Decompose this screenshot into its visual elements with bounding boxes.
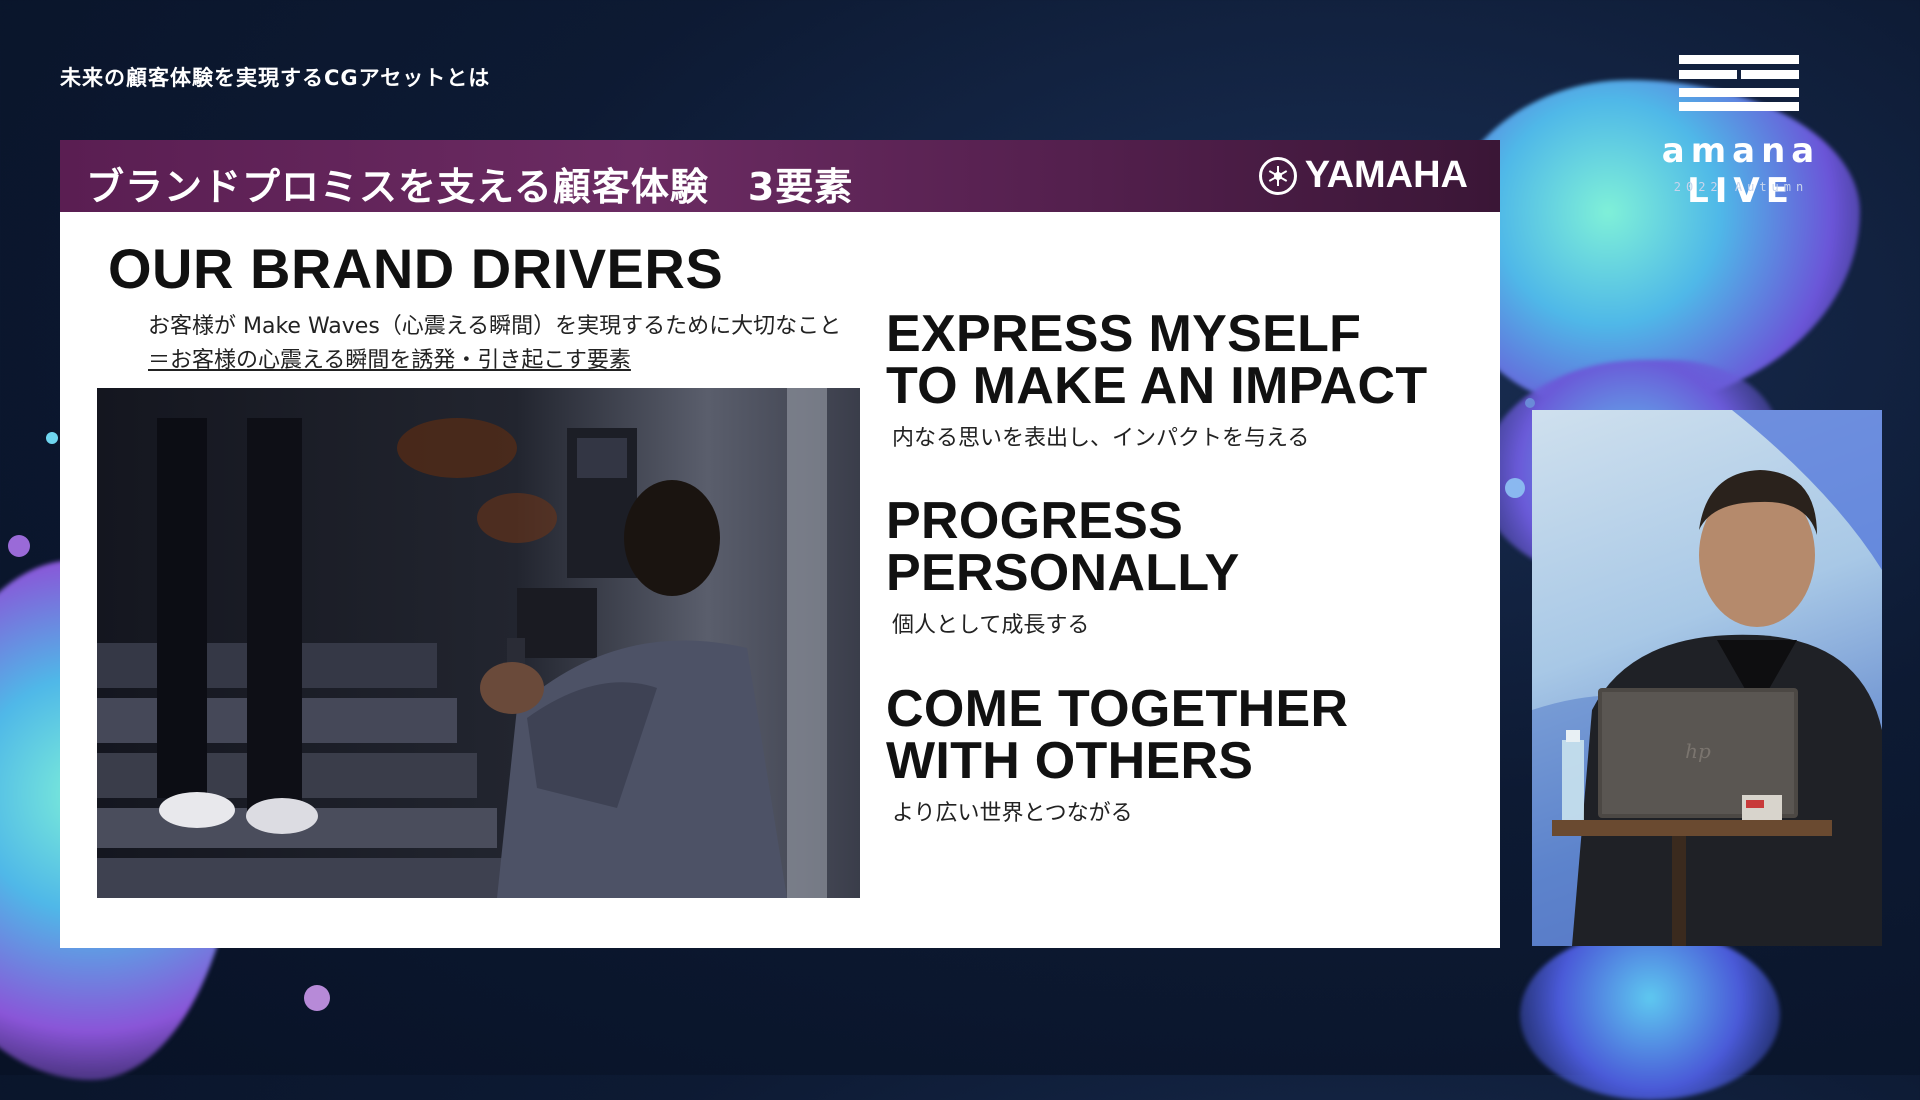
slide-subtitle-underlined: ＝お客様の心震える瞬間を誘発・引き起こす要素 xyxy=(148,348,631,373)
brand-driver-item: PROGRESS PERSONALLY 個人として成長する xyxy=(886,495,1240,639)
driver-title-line: PERSONALLY xyxy=(886,544,1240,602)
brand-driver-item: COME TOGETHER WITH OTHERS より広い世界とつながる xyxy=(886,683,1348,827)
driver-title-line: COME TOGETHER xyxy=(886,680,1349,738)
driver-title-line: WITH OTHERS xyxy=(886,732,1254,790)
driver-description: 個人として成長する xyxy=(892,613,1090,638)
hp-logo-icon: hp xyxy=(1685,739,1711,763)
videographer-photo xyxy=(97,388,860,898)
driver-title-line: EXPRESS MYSELF xyxy=(886,305,1362,363)
decorative-dot xyxy=(304,985,330,1011)
slide-header: ブランドプロミスを支える顧客体験 3要素 YAMAHA xyxy=(60,140,1500,212)
logo-name: amana LIVE xyxy=(1661,131,1821,211)
logo-subtitle: 2022 Autumn xyxy=(1673,180,1809,194)
decorative-dot xyxy=(8,535,30,557)
decorative-dot xyxy=(1505,478,1525,498)
yamaha-tuning-fork-icon xyxy=(1258,156,1297,195)
presentation-slide: ブランドプロミスを支える顧客体験 3要素 YAMAHA OUR BRAND DR… xyxy=(60,140,1500,948)
driver-title-line: PROGRESS xyxy=(886,492,1184,550)
brand-driver-item: EXPRESS MYSELF TO MAKE AN IMPACT 内なる思いを表… xyxy=(886,308,1427,452)
speaker-webcam-feed: hp xyxy=(1532,410,1882,946)
slide-subtitle: お客様が Make Waves（心震える瞬間）を実現するために大切なこと xyxy=(148,314,842,339)
yamaha-wordmark: YAMAHA xyxy=(1304,154,1468,196)
yamaha-logo: YAMAHA xyxy=(1258,154,1468,197)
driver-title-line: TO MAKE AN IMPACT xyxy=(886,357,1428,415)
driver-description: より広い世界とつながる xyxy=(892,801,1133,826)
slide-header-title: ブランドプロミスを支える顧客体験 3要素 xyxy=(86,165,854,209)
amana-live-logo: amana LIVE 2022 Autumn xyxy=(1616,55,1866,211)
slide-heading: OUR BRAND DRIVERS xyxy=(108,237,724,300)
decorative-dot xyxy=(1525,398,1535,408)
decorative-dot xyxy=(46,432,58,444)
stream-title: 未来の顧客体験を実現するCGアセットとは xyxy=(60,66,491,90)
driver-description: 内なる思いを表出し、インパクトを与える xyxy=(892,426,1310,451)
amana-logo-mark-icon xyxy=(1679,55,1799,116)
